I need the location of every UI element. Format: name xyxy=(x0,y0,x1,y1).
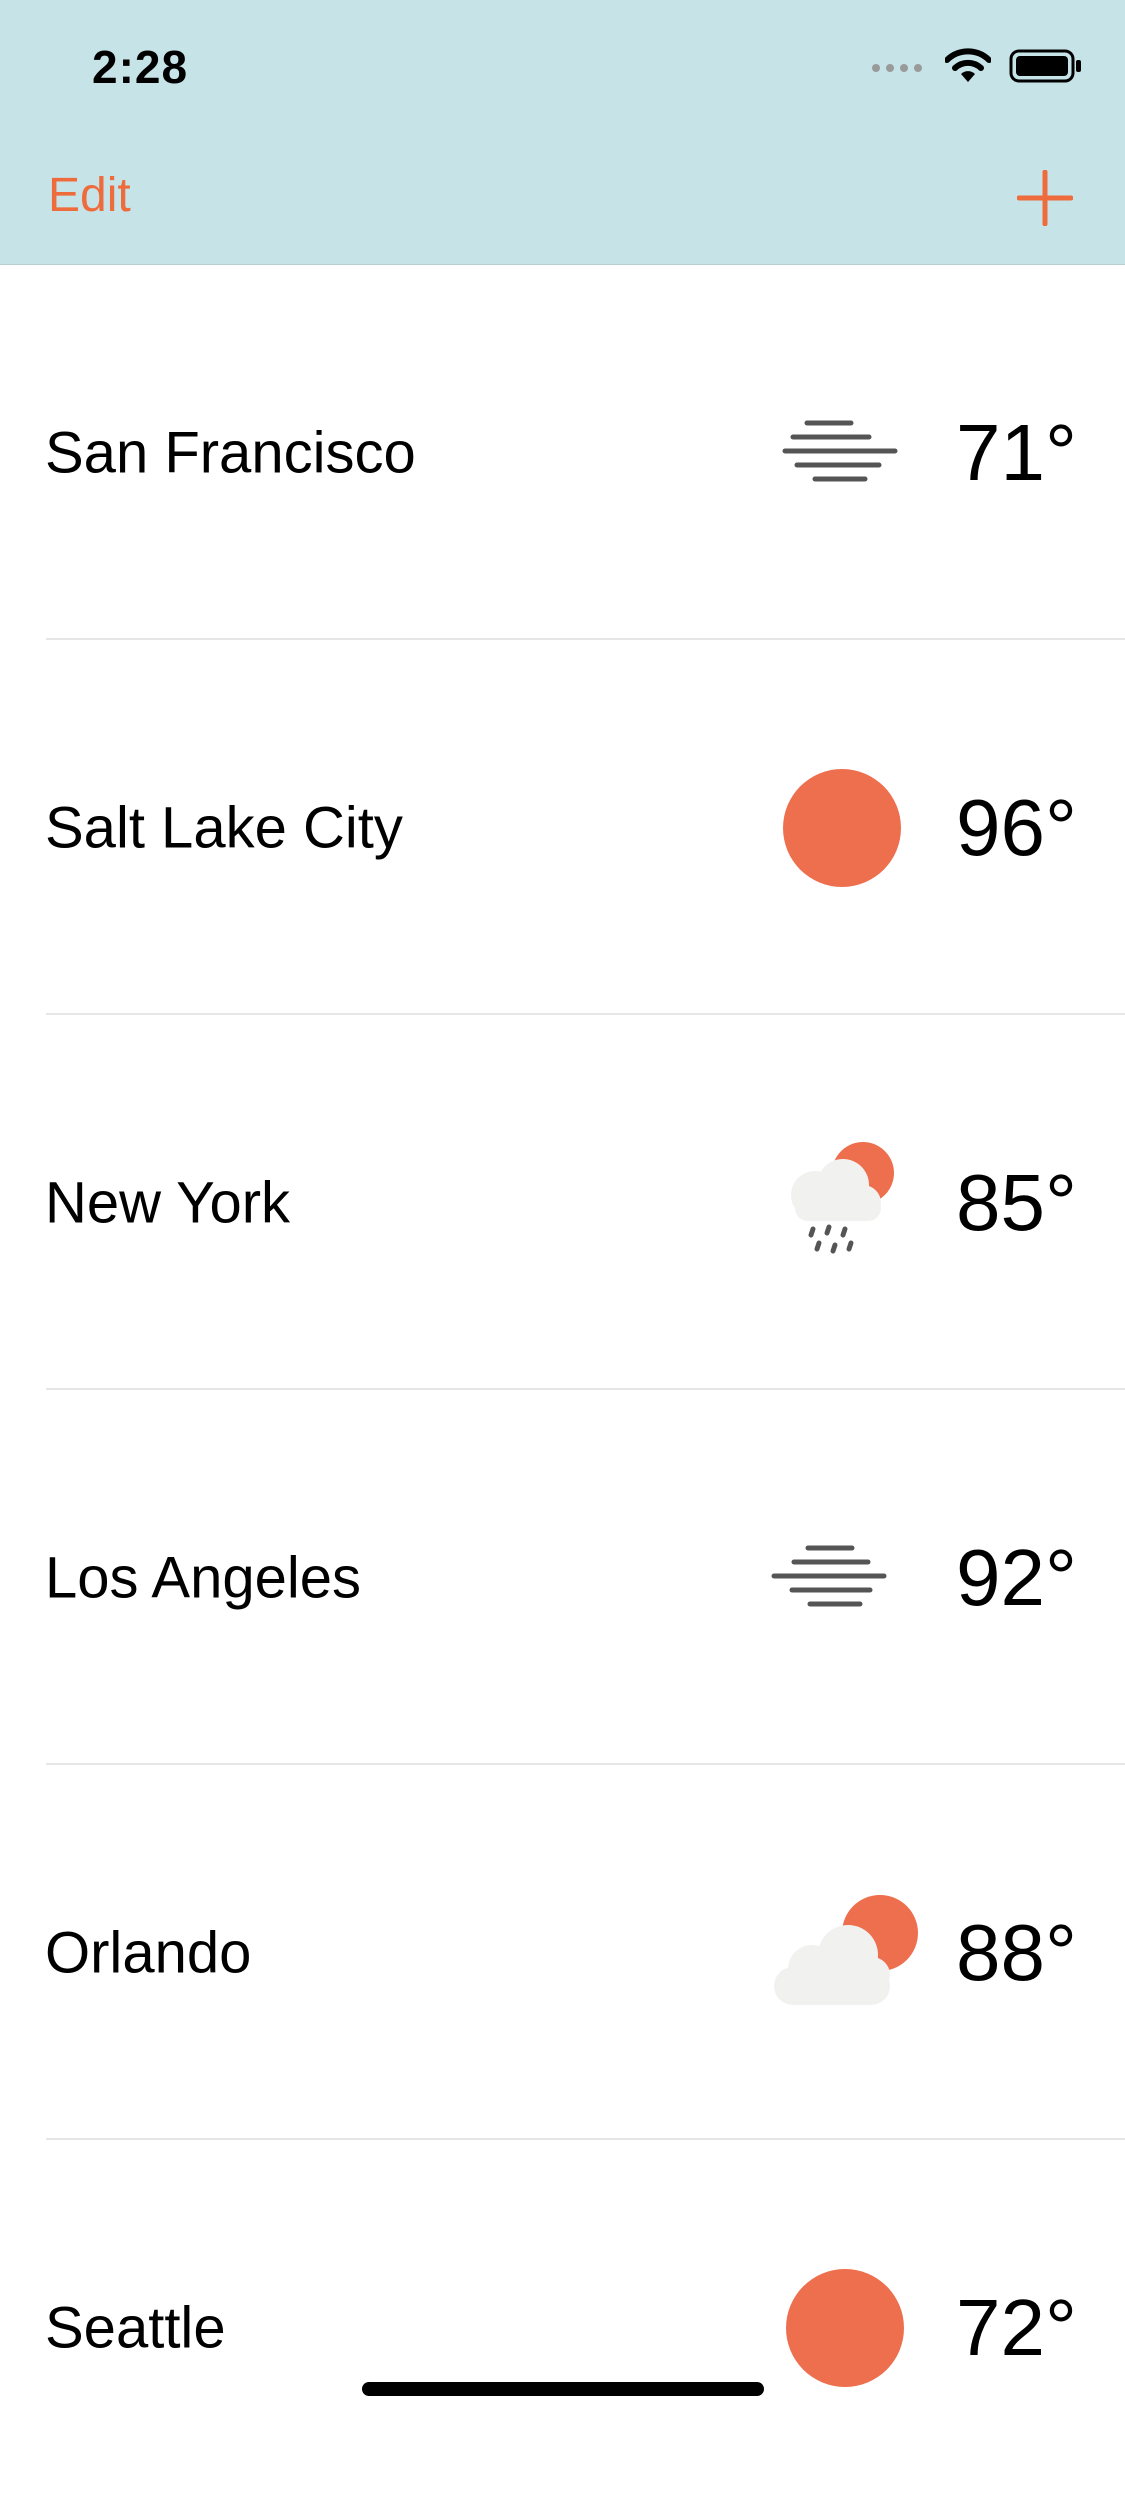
city-row[interactable]: New York 85° xyxy=(0,1015,1125,1390)
temperature: 71° xyxy=(956,407,1077,497)
sun-icon xyxy=(786,2268,904,2387)
home-indicator[interactable] xyxy=(362,2382,764,2396)
temperature: 85° xyxy=(956,1157,1077,1247)
cellular-signal-icon xyxy=(872,64,922,72)
battery-icon xyxy=(1009,49,1081,83)
status-time: 2:28 xyxy=(92,41,189,93)
city-name: Los Angeles xyxy=(45,1545,362,1610)
city-row[interactable]: Seattle 72° xyxy=(0,2140,1125,2515)
status-icons xyxy=(871,48,1083,84)
temperature: 72° xyxy=(956,2282,1077,2372)
city-row[interactable]: Los Angeles 92° xyxy=(0,1390,1125,1765)
city-name: New York xyxy=(45,1170,291,1235)
fog-icon xyxy=(771,1545,887,1606)
city-row[interactable]: Orlando 88° xyxy=(0,1765,1125,2140)
nav-header: 2:28 Edit xyxy=(0,0,1125,265)
temperature: 96° xyxy=(956,782,1077,872)
city-row[interactable]: Salt Lake City 96° xyxy=(0,640,1125,1015)
edit-button[interactable]: Edit xyxy=(48,168,131,223)
partly-cloudy-icon xyxy=(774,1894,918,2005)
temperature: 92° xyxy=(956,1532,1077,1622)
city-name: San Francisco xyxy=(45,420,416,485)
plus-icon[interactable] xyxy=(1017,170,1073,226)
fog-icon xyxy=(782,420,898,481)
temperature: 88° xyxy=(956,1907,1077,1997)
sun-cloud-rain-icon xyxy=(791,1141,894,1253)
city-list: San Francisco 71° Salt Lake City 96° New… xyxy=(0,265,1125,2515)
wifi-icon xyxy=(945,48,991,82)
city-name: Seattle xyxy=(45,2295,226,2360)
city-name: Orlando xyxy=(45,1920,252,1985)
city-row[interactable]: San Francisco 71° xyxy=(0,265,1125,640)
city-name: Salt Lake City xyxy=(45,795,403,860)
sun-icon xyxy=(783,768,901,887)
